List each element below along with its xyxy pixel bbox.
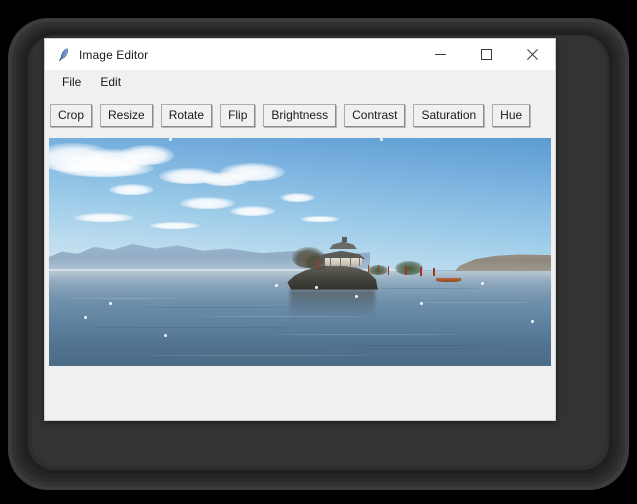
water-ripple [69,298,179,299]
lake-pagoda-photo [49,138,551,366]
contrast-button[interactable]: Contrast [344,104,405,127]
red-railing-post [378,265,380,274]
red-railing-post [405,266,407,275]
red-railing-post [420,267,422,276]
maximize-button[interactable] [463,39,509,70]
menu-item-file[interactable]: File [53,73,90,91]
pagoda-column [340,258,341,266]
pagoda-column [330,258,331,266]
cloud [230,206,275,215]
status-area [45,374,555,420]
water-ripple [139,307,290,308]
edit-toolbar: Crop Resize Rotate Flip Brightness Contr… [45,95,555,135]
minimize-button[interactable] [417,39,463,70]
red-railing-post [318,259,320,269]
hue-button[interactable]: Hue [492,104,530,127]
feather-icon [55,47,71,63]
saturation-button[interactable]: Saturation [413,104,484,127]
menubar: File Edit [45,70,555,95]
pagoda-column [359,258,360,266]
palm-tree [395,261,423,275]
window-controls [417,39,555,70]
close-button[interactable] [509,39,555,70]
red-railing-post [388,266,390,275]
crop-button[interactable]: Crop [50,104,92,127]
menu-item-edit[interactable]: Edit [91,73,130,91]
moored-boat [436,278,461,282]
window-title: Image Editor [79,48,148,62]
brightness-button[interactable]: Brightness [263,104,336,127]
pagoda-column [350,258,351,266]
water-bird [481,282,484,285]
maximize-icon [481,49,492,60]
red-railing-post [433,268,435,276]
resize-button[interactable]: Resize [100,104,153,127]
rope-line [380,288,381,366]
island-reflection [290,290,375,320]
rotate-button[interactable]: Rotate [161,104,212,127]
red-railing-post [368,265,370,274]
water-bird [275,284,278,287]
mooring-rope [380,288,521,366]
window-titlebar[interactable]: Image Editor [45,39,555,70]
pagoda-finial [342,237,347,242]
cloud [180,197,235,208]
water-bird [84,316,87,319]
cloud [280,193,315,202]
minimize-icon [435,49,446,60]
image-canvas[interactable] [49,138,551,366]
water-ripple [149,355,370,356]
close-icon [527,49,538,60]
flip-button[interactable]: Flip [220,104,255,127]
image-editor-window: Image Editor File Edit Crop [44,38,556,421]
cloud [109,184,154,195]
